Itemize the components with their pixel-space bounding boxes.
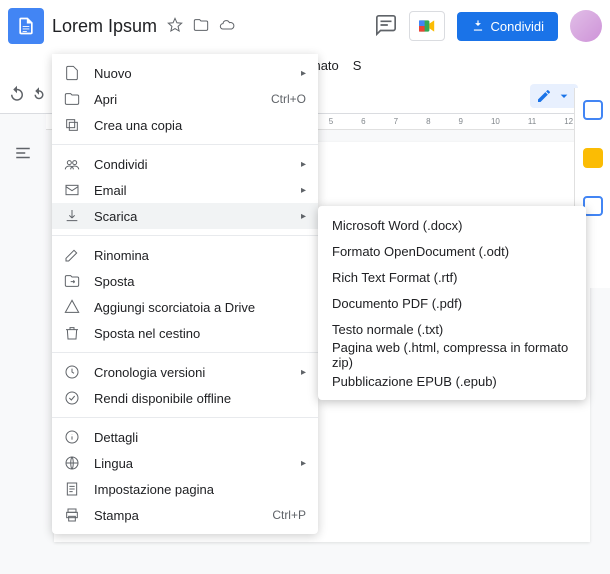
chevron-right-icon: ▸ <box>301 458 306 469</box>
menu-item-rename[interactable]: Rinomina <box>52 242 318 268</box>
document-title[interactable]: Lorem Ipsum <box>52 16 157 37</box>
chevron-right-icon: ▸ <box>301 159 306 170</box>
submenu-item-txt[interactable]: Testo normale (.txt) <box>318 316 586 342</box>
calendar-icon[interactable] <box>583 100 603 120</box>
menu-item-language[interactable]: Lingua ▸ <box>52 450 318 476</box>
editing-mode-button[interactable] <box>530 84 578 108</box>
menu-more[interactable]: S <box>346 55 369 76</box>
cloud-icon[interactable] <box>219 17 235 36</box>
avatar[interactable] <box>570 10 602 42</box>
share-label: Condividi <box>491 19 544 34</box>
offline-icon <box>64 390 82 406</box>
copy-icon <box>64 117 82 133</box>
menu-item-copy[interactable]: Crea una copia <box>52 112 318 138</box>
chevron-right-icon: ▸ <box>301 68 306 79</box>
menu-item-new[interactable]: Nuovo ▸ <box>52 60 318 86</box>
menu-item-move[interactable]: Sposta <box>52 268 318 294</box>
docs-logo[interactable] <box>8 8 44 44</box>
chevron-right-icon: ▸ <box>301 211 306 222</box>
meet-icon[interactable] <box>409 11 445 41</box>
doc-icon <box>64 65 82 81</box>
chevron-right-icon: ▸ <box>301 367 306 378</box>
menu-item-page-setup[interactable]: Impostazione pagina <box>52 476 318 502</box>
info-icon <box>64 429 82 445</box>
keep-icon[interactable] <box>583 148 603 168</box>
undo-icon[interactable] <box>8 85 26 106</box>
history-icon <box>64 364 82 380</box>
menu-item-drive-shortcut[interactable]: Aggiungi scorciatoia a Drive <box>52 294 318 320</box>
menu-item-email[interactable]: Email ▸ <box>52 177 318 203</box>
submenu-item-rtf[interactable]: Rich Text Format (.rtf) <box>318 264 586 290</box>
redo-icon[interactable] <box>30 85 48 106</box>
download-icon <box>64 208 82 224</box>
drive-icon <box>64 299 82 315</box>
menu-item-offline[interactable]: Rendi disponibile offline <box>52 385 318 411</box>
move-icon[interactable] <box>193 17 209 36</box>
email-icon <box>64 182 82 198</box>
rename-icon <box>64 247 82 263</box>
page-icon <box>64 481 82 497</box>
comments-icon[interactable] <box>375 14 397 39</box>
share-button[interactable]: Condividi <box>457 12 558 41</box>
outline-toggle[interactable] <box>0 114 46 574</box>
submenu-item-html[interactable]: Pagina web (.html, compressa in formato … <box>318 342 586 368</box>
move-folder-icon <box>64 273 82 289</box>
print-icon <box>64 507 82 523</box>
trash-icon <box>64 325 82 341</box>
menu-item-trash[interactable]: Sposta nel cestino <box>52 320 318 346</box>
menu-item-download[interactable]: Scarica ▸ <box>52 203 318 229</box>
share-icon <box>64 156 82 172</box>
submenu-item-pdf[interactable]: Documento PDF (.pdf) <box>318 290 586 316</box>
menu-item-open[interactable]: Apri Ctrl+O <box>52 86 318 112</box>
menu-item-print[interactable]: Stampa Ctrl+P <box>52 502 318 528</box>
menu-item-share[interactable]: Condividi ▸ <box>52 151 318 177</box>
star-icon[interactable] <box>167 17 183 36</box>
chevron-right-icon: ▸ <box>301 185 306 196</box>
submenu-item-docx[interactable]: Microsoft Word (.docx) <box>318 212 586 238</box>
submenu-item-epub[interactable]: Pubblicazione EPUB (.epub) <box>318 368 586 394</box>
globe-icon <box>64 455 82 471</box>
menu-item-history[interactable]: Cronologia versioni ▸ <box>52 359 318 385</box>
folder-icon <box>64 91 82 107</box>
submenu-item-odt[interactable]: Formato OpenDocument (.odt) <box>318 238 586 264</box>
download-submenu: Microsoft Word (.docx) Formato OpenDocum… <box>318 206 586 400</box>
file-menu: Nuovo ▸ Apri Ctrl+O Crea una copia Condi… <box>52 54 318 534</box>
menu-item-details[interactable]: Dettagli <box>52 424 318 450</box>
